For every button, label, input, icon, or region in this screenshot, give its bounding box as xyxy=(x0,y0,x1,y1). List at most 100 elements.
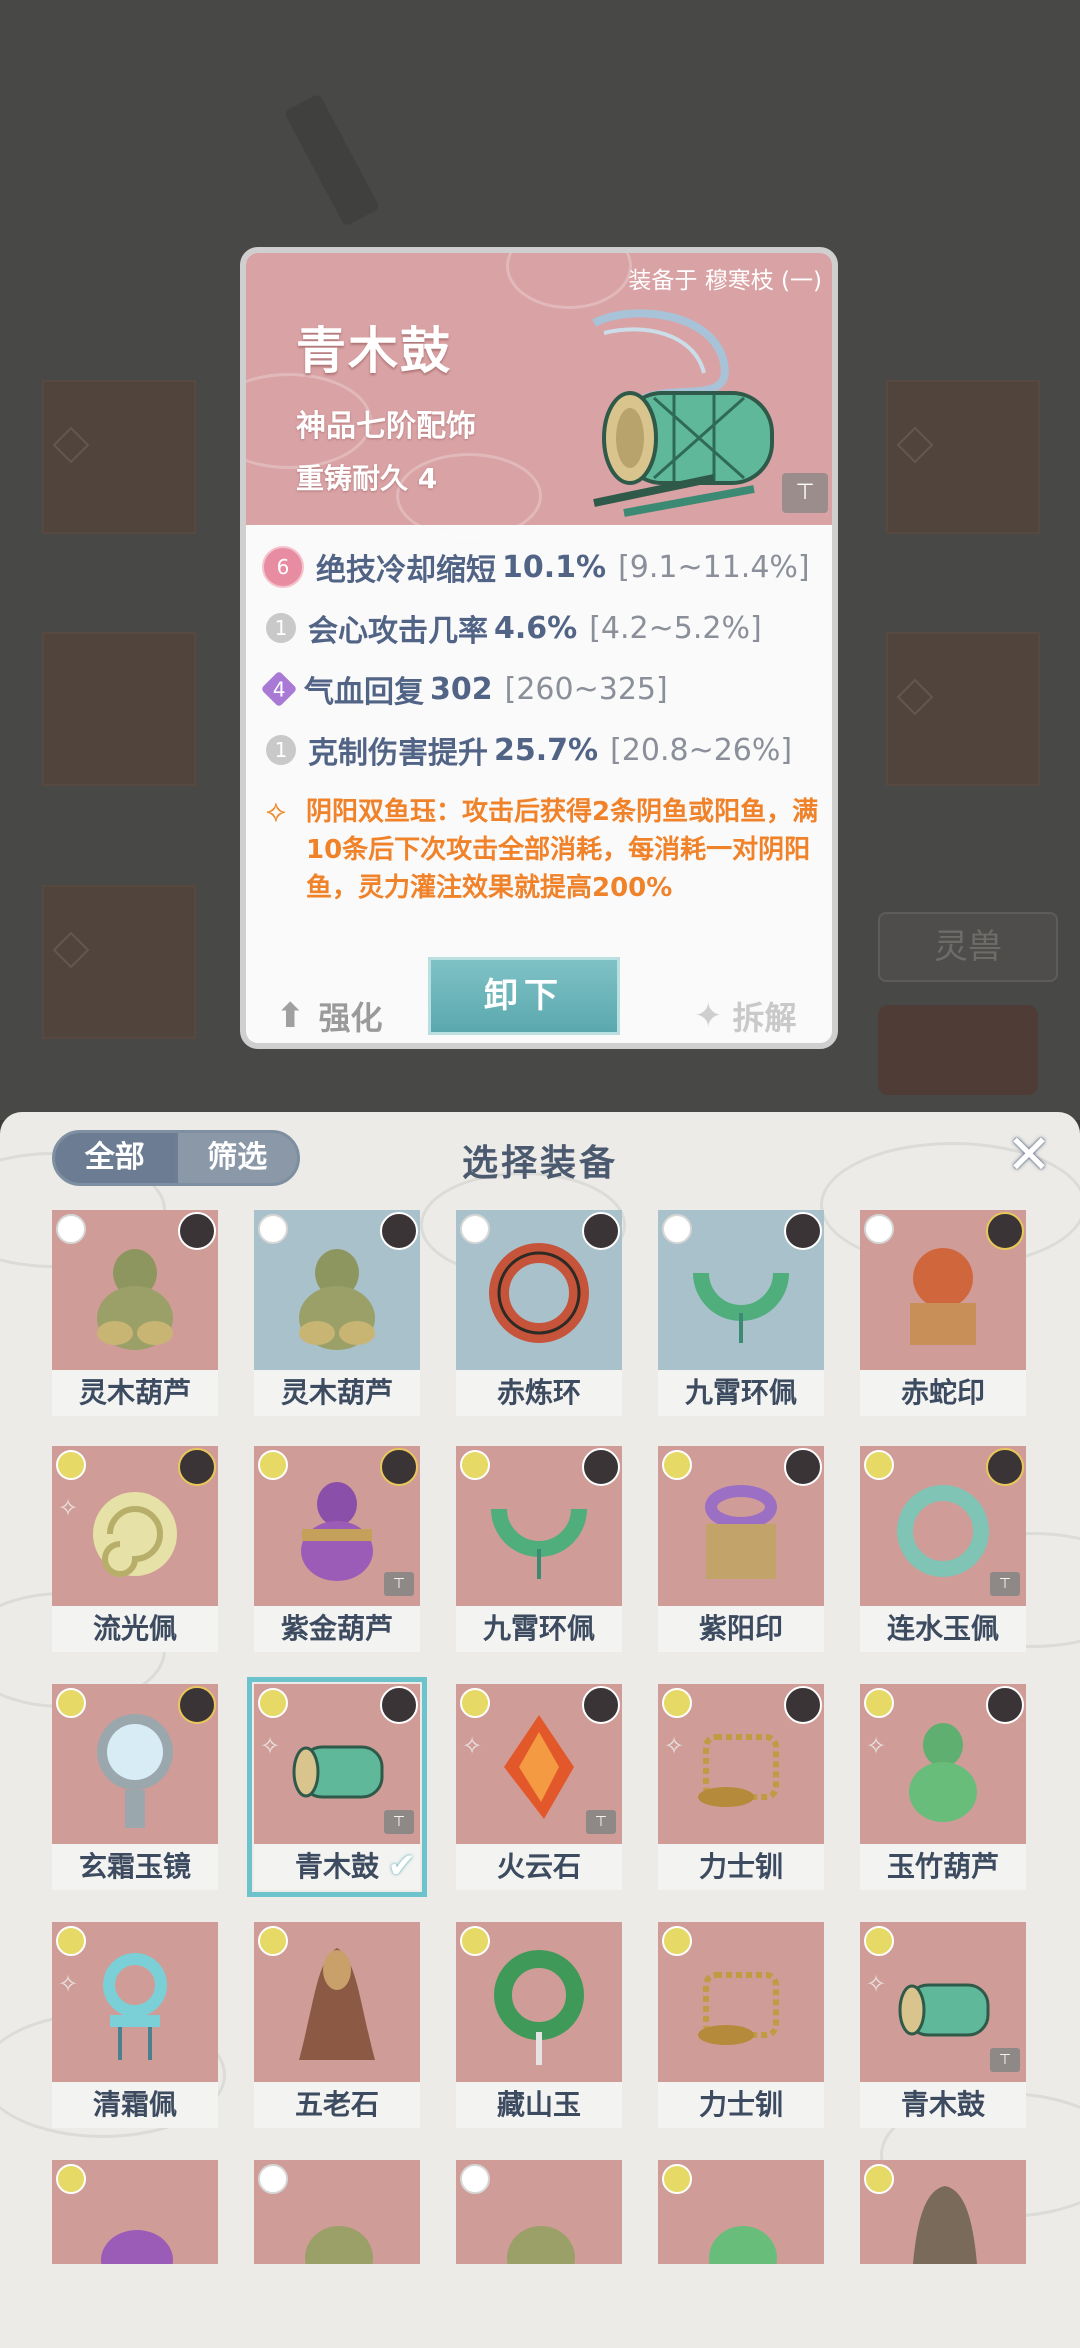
gourd-icon xyxy=(299,1249,375,1351)
yin-yang-mark-icon: ✧ xyxy=(866,1970,887,1998)
equipment-item[interactable]: 赤炼环 xyxy=(456,1210,622,1416)
enhance-button[interactable]: ⬆ 强化 xyxy=(276,993,383,1039)
jade-pendant-icon xyxy=(491,1508,587,1580)
dismantle-label: 拆解 xyxy=(732,999,797,1037)
item-detail-header: 装备于 穆寒枝 (一) 青木鼓 神品七阶配饰 重铸耐久 4 ⊤ xyxy=(246,253,832,539)
stat-range: [20.8~26%] xyxy=(610,732,793,768)
equipment-item[interactable] xyxy=(52,2160,218,2348)
dismantle-icon: ✦ xyxy=(694,996,723,1036)
item-durability: 重铸耐久 4 xyxy=(296,462,438,495)
yin-yang-mark-icon: ✧ xyxy=(462,1732,483,1760)
yin-yang-mark-icon: ✧ xyxy=(58,1494,79,1522)
lock-icon[interactable]: ⊤ xyxy=(782,473,828,513)
equipment-item[interactable]: 九霄环佩 xyxy=(456,1446,622,1652)
item-detail-card: 装备于 穆寒枝 (一) 青木鼓 神品七阶配饰 重铸耐久 4 ⊤ 6 绝技冷却缩短… xyxy=(240,247,838,1049)
equipment-item[interactable] xyxy=(456,2160,622,2348)
special-effect: ⟡ 阴阳双鱼珏：攻击后获得2条阴鱼或阳鱼，满10条后下次攻击全部消耗，每消耗一对… xyxy=(266,793,826,907)
bg-equip-slot xyxy=(886,380,1040,534)
dismantle-button[interactable]: ✦ 拆解 xyxy=(694,993,797,1039)
equipment-item-selected[interactable]: ✧ ⊤ 青木鼓 ✔ xyxy=(247,1677,427,1897)
item-grade: 神品七阶配饰 xyxy=(296,409,476,444)
stat-range: [9.1~11.4%] xyxy=(618,549,810,585)
yin-yang-mark-icon: ✧ xyxy=(664,1732,685,1760)
tier-badge-icon: 1 xyxy=(266,735,296,765)
yin-yang-mark-icon: ✧ xyxy=(58,1970,79,1998)
equipment-item[interactable]: ✧ 流光佩 xyxy=(52,1446,218,1652)
item-name: 流光佩 xyxy=(52,1606,218,1652)
item-name: 连水玉佩 xyxy=(860,1606,1026,1652)
element-icon xyxy=(56,2164,86,2194)
element-icon xyxy=(460,1926,490,1956)
equipment-item[interactable]: 灵木葫芦 xyxy=(254,1210,420,1416)
drum-icon xyxy=(898,1983,990,2037)
bg-decoration xyxy=(878,1005,1038,1095)
equipment-item[interactable] xyxy=(254,2160,420,2348)
equipment-item[interactable]: ✧ 力士钏 xyxy=(658,1684,824,1890)
frost-pendant-icon xyxy=(103,1953,167,2061)
equipment-item[interactable] xyxy=(860,2160,1026,2348)
item-art: ✧ xyxy=(52,1922,218,2082)
equipment-item[interactable]: 赤蛇印 xyxy=(860,1210,1026,1416)
item-art xyxy=(254,1210,420,1370)
equipment-item[interactable]: ✧ ⊤ 青木鼓 xyxy=(860,1922,1026,2128)
bg-equip-slot xyxy=(42,632,196,786)
item-name: 九霄环佩 xyxy=(456,1606,622,1652)
element-icon xyxy=(460,2164,490,2194)
stat-row: 1 会心攻击几率 4.6% [4.2~5.2%] xyxy=(266,604,826,652)
item-name: 力士钏 xyxy=(658,2082,824,2128)
bracelet-icon xyxy=(698,1972,779,2046)
stat-value: 302 xyxy=(430,671,493,707)
bg-equip-slot xyxy=(886,632,1040,786)
equipped-by-label: 装备于 穆寒枝 (一) xyxy=(628,268,822,294)
close-icon[interactable]: ✕ xyxy=(1004,1128,1054,1182)
item-art: ✧ xyxy=(52,1446,218,1606)
item-art xyxy=(52,2160,218,2264)
equipment-item[interactable]: 五老石 xyxy=(254,1922,420,2128)
gourd-icon xyxy=(909,1723,977,1823)
stat-value: 10.1% xyxy=(502,549,607,585)
equipment-item[interactable]: 灵木葫芦 xyxy=(52,1210,218,1416)
item-art xyxy=(658,1922,824,2082)
element-icon xyxy=(258,1688,288,1718)
drum-artwork xyxy=(592,309,774,517)
item-art xyxy=(456,1446,622,1606)
item-art: ✧ ⊤ xyxy=(456,1684,622,1844)
item-art xyxy=(254,1922,420,2082)
element-icon xyxy=(662,2164,692,2194)
stone-icon xyxy=(299,1948,375,2061)
yin-yang-effect-icon: ⟡ xyxy=(266,794,286,829)
stat-list: 6 绝技冷却缩短 10.1% [9.1~11.4%] 1 会心攻击几率 4.6%… xyxy=(260,543,826,787)
equipment-item[interactable] xyxy=(658,2160,824,2348)
element-icon xyxy=(258,1926,288,1956)
item-art: ✧ ⊤ xyxy=(254,1684,420,1844)
equipment-item[interactable]: 力士钏 xyxy=(658,1922,824,2128)
element-icon xyxy=(56,1214,86,1244)
equipment-item[interactable]: 藏山玉 xyxy=(456,1922,622,2128)
jade-ring-icon xyxy=(897,1485,989,1578)
item-art: ✧ xyxy=(860,1684,1026,1844)
equipment-item[interactable]: ✧ ⊤ 火云石 xyxy=(456,1684,622,1890)
equipment-item[interactable]: ✧ 清霜佩 xyxy=(52,1922,218,2128)
item-art xyxy=(658,1210,824,1370)
item-art xyxy=(456,1922,622,2082)
item-name: 灵木葫芦 xyxy=(52,1370,218,1416)
item-name: 紫阳印 xyxy=(658,1606,824,1652)
item-art xyxy=(52,1684,218,1844)
equipment-item[interactable]: ✧ 玉竹葫芦 xyxy=(860,1684,1026,1890)
stat-row: 4 气血回复 302 [260~325] xyxy=(260,665,826,713)
unequip-button[interactable]: 卸下 xyxy=(428,957,620,1035)
item-art: ✧ ⊤ xyxy=(860,1922,1026,2082)
yin-yang-mark-icon: ✧ xyxy=(260,1732,281,1760)
equipment-item[interactable]: 九霄环佩 xyxy=(658,1210,824,1416)
equipment-item[interactable]: ⊤ 连水玉佩 xyxy=(860,1446,1026,1652)
equipment-item[interactable]: ⊤ 紫金葫芦 xyxy=(254,1446,420,1652)
effect-description: 阴阳双鱼珏：攻击后获得2条阴鱼或阳鱼，满10条后下次攻击全部消耗，每消耗一对阴阳… xyxy=(306,797,819,903)
bg-equip-slot xyxy=(42,380,196,534)
equipment-item[interactable]: 紫阳印 xyxy=(658,1446,824,1652)
item-title: 青木鼓 xyxy=(296,322,452,380)
ring-icon xyxy=(489,1243,589,1344)
drum-icon xyxy=(292,1745,384,1799)
element-icon xyxy=(662,1688,692,1718)
element-icon xyxy=(662,1926,692,1956)
equipment-item[interactable]: 玄霜玉镜 xyxy=(52,1684,218,1890)
